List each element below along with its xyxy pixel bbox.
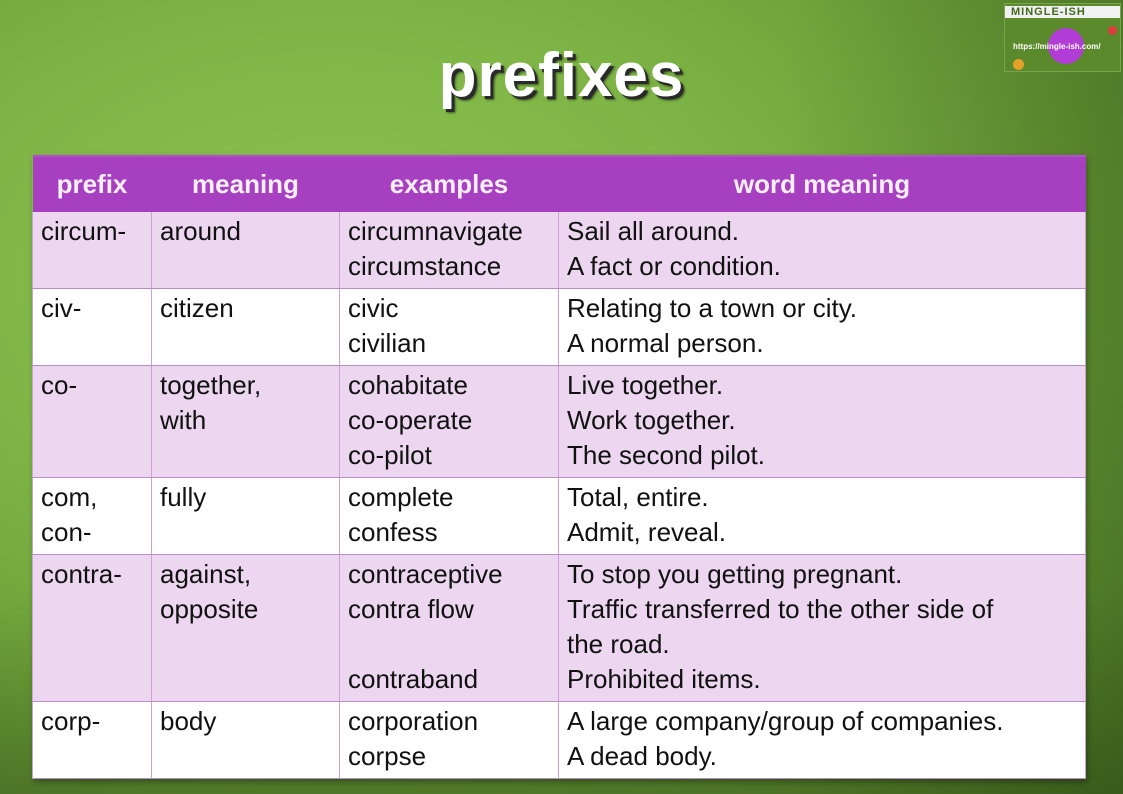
cell-meaning: against, opposite: [151, 554, 340, 702]
cell-examples: complete confess: [339, 477, 559, 555]
header-word-meaning: word meaning: [558, 155, 1086, 212]
cell-line: co-pilot: [348, 440, 432, 470]
cell-word-meaning: Sail all around. A fact or condition.: [558, 212, 1086, 289]
cell-line: con-: [41, 517, 92, 547]
cell-line: corp-: [41, 706, 101, 736]
cell-line: corporation: [348, 706, 479, 736]
cell-line: cohabitate: [348, 370, 468, 400]
cell-line: Work together.: [567, 405, 736, 435]
cell-line: Sail all around.: [567, 216, 739, 246]
cell-line: circumnavigate: [348, 216, 523, 246]
cell-line: circumstance: [348, 251, 502, 281]
cell-meaning: together, with: [151, 365, 340, 478]
prefixes-table: prefix meaning examples word meaning cir…: [32, 155, 1086, 779]
cell-line: around: [160, 216, 241, 246]
table-body: circum-around circumnavigate circumstance S…: [32, 212, 1086, 779]
header-prefix: prefix: [32, 155, 152, 212]
cell-line: To stop you getting pregnant.: [567, 559, 903, 589]
cell-line: A normal person.: [567, 328, 764, 358]
cell-line: A large company/group of companies.: [567, 706, 1004, 736]
cell-meaning: fully: [151, 477, 340, 555]
cell-line: Relating to a town or city.: [567, 293, 857, 323]
cell-word-meaning: Relating to a town or city. A normal pers…: [558, 288, 1086, 366]
cell-word-meaning: Total, entire. Admit, reveal.: [558, 477, 1086, 555]
cell-prefix: civ-: [32, 288, 152, 366]
cell-line: together,: [160, 370, 262, 400]
header-meaning: meaning: [151, 155, 340, 212]
cell-word-meaning: A large company/group of companies. A dea…: [558, 701, 1086, 779]
table-row: contra-against, opposite contraceptive cont…: [32, 554, 1086, 702]
cell-line: contra-: [41, 559, 122, 589]
cell-line: civ-: [41, 293, 82, 323]
logo-name: MINGLE-ISH: [1011, 6, 1086, 18]
cell-meaning: around: [151, 212, 340, 289]
cell-line: citizen: [160, 293, 234, 323]
cell-prefix: corp-: [32, 701, 152, 779]
cell-examples: contraceptive contra flow contraband: [339, 554, 559, 702]
cell-line: confess: [348, 517, 438, 547]
cell-line: circum-: [41, 216, 127, 246]
cell-prefix: contra-: [32, 554, 152, 702]
cell-prefix: circum-: [32, 212, 152, 289]
cell-line: Total, entire.: [567, 482, 709, 512]
cell-meaning: citizen: [151, 288, 340, 366]
table-row: com, con-fully complete confess Total, entir…: [32, 477, 1086, 555]
cell-line: body: [160, 706, 217, 736]
cell-line: civic: [348, 293, 399, 323]
cell-line: Prohibited items.: [567, 664, 761, 694]
prefixes-table-container: prefix meaning examples word meaning cir…: [32, 155, 1086, 779]
cell-line: A fact or condition.: [567, 251, 781, 281]
cell-line: complete: [348, 482, 454, 512]
page-title: prefixes: [438, 41, 685, 110]
cell-word-meaning: To stop you getting pregnant. Traffic tra…: [558, 554, 1086, 702]
table-header-row: prefix meaning examples word meaning: [32, 155, 1086, 212]
cell-line: Admit, reveal.: [567, 517, 726, 547]
cell-line: against,: [160, 559, 252, 589]
table-row: civ-citizen civic civilian Relating to a to…: [32, 288, 1086, 366]
table-row: circum-around circumnavigate circumstance S…: [32, 212, 1086, 289]
cell-line: A dead body.: [567, 741, 717, 771]
cell-line: com,: [41, 482, 98, 512]
cell-meaning: body: [151, 701, 340, 779]
cell-line: with: [160, 405, 207, 435]
cell-prefix: co-: [32, 365, 152, 478]
cell-line: contraband: [348, 664, 479, 694]
cell-prefix: com, con-: [32, 477, 152, 555]
cell-line: opposite: [160, 594, 259, 624]
cell-line: Live together.: [567, 370, 724, 400]
cell-line: civilian: [348, 328, 427, 358]
cell-line: Traffic transferred to the other side of: [567, 594, 994, 624]
cell-examples: circumnavigate circumstance: [339, 212, 559, 289]
cell-examples: corporation corpse: [339, 701, 559, 779]
cell-line: co-: [41, 370, 78, 400]
cell-line: corpse: [348, 741, 427, 771]
cell-line: contraceptive: [348, 559, 503, 589]
cell-examples: cohabitate co-operate co-pilot: [339, 365, 559, 478]
table-row: corp-body corporation corpse A large compan…: [32, 701, 1086, 779]
cell-line: co-operate: [348, 405, 473, 435]
cell-line: contra flow: [348, 594, 474, 624]
table-row: co-together, with cohabitate co-operate co-p…: [32, 365, 1086, 478]
cell-line: the road.: [567, 629, 670, 659]
cell-line: [348, 627, 550, 662]
cell-examples: civic civilian: [339, 288, 559, 366]
cell-line: fully: [160, 482, 207, 512]
red-emoji-icon: [1108, 26, 1117, 35]
cell-word-meaning: Live together. Work together. The second p…: [558, 365, 1086, 478]
header-examples: examples: [339, 155, 559, 212]
cell-line: The second pilot.: [567, 440, 766, 470]
